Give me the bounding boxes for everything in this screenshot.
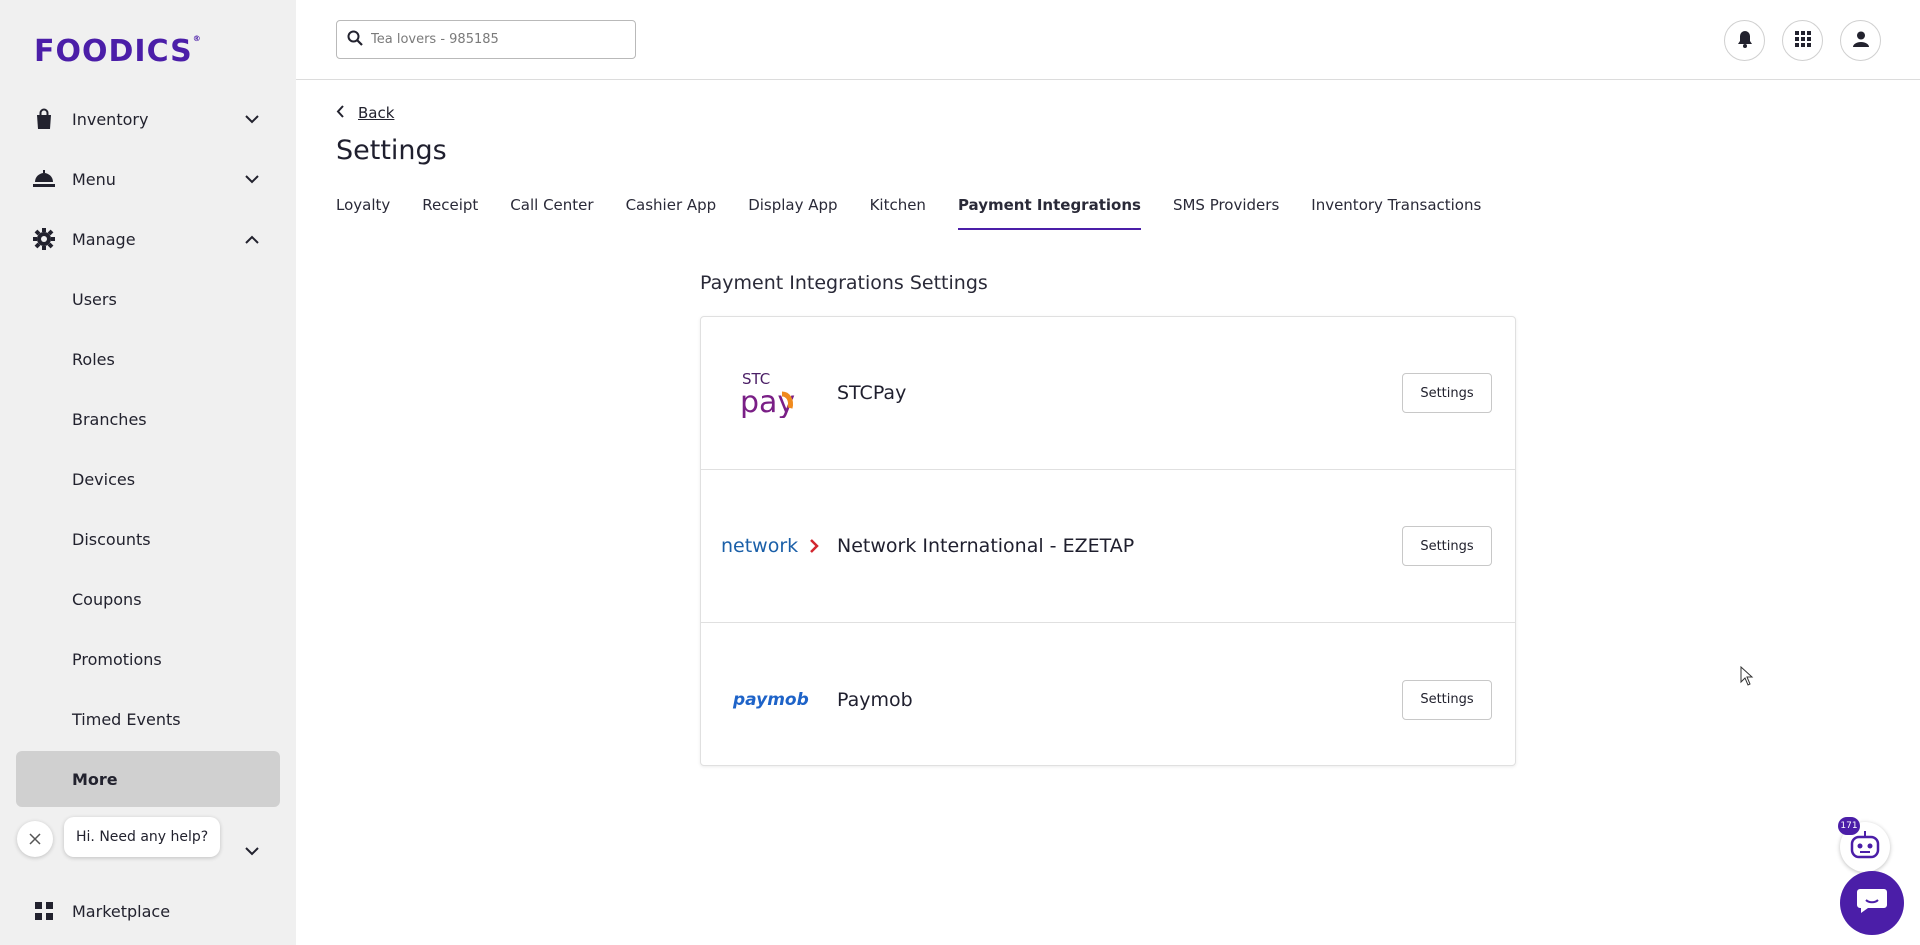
svg-text:network: network: [721, 535, 798, 557]
chevron-left-icon: [336, 104, 344, 122]
chat-button[interactable]: [1840, 871, 1904, 935]
sidebar: FOODICS® Inventory Menu Manage Users Rol…: [0, 0, 296, 945]
apps-button[interactable]: [1782, 20, 1823, 61]
sidebar-item-label: Inventory: [72, 109, 149, 129]
sidebar-item-more[interactable]: More: [16, 751, 280, 807]
sidebar-item-devices[interactable]: Devices: [16, 451, 280, 507]
sidebar-item-users[interactable]: Users: [16, 271, 280, 327]
stcpay-settings-button[interactable]: Settings: [1402, 373, 1492, 413]
integration-row: network Network International - EZETAP S…: [701, 470, 1515, 623]
close-icon: [29, 830, 41, 849]
back-link[interactable]: Back: [336, 104, 394, 122]
chat-bubble-icon: [1856, 887, 1888, 919]
sidebar-item-label: Menu: [72, 169, 116, 189]
help-bubble[interactable]: Hi. Need any help?: [64, 817, 221, 857]
search-box[interactable]: [336, 20, 636, 59]
user-icon: [1852, 31, 1869, 51]
food-icon: [32, 167, 56, 191]
sidebar-item-marketplace[interactable]: Marketplace: [16, 883, 280, 939]
sidebar-item-coupons[interactable]: Coupons: [16, 571, 280, 627]
search-icon: [347, 30, 363, 50]
integration-name: Network International - EZETAP: [837, 535, 1135, 557]
tab-call-center[interactable]: Call Center: [510, 196, 593, 230]
sidebar-item-timed-events[interactable]: Timed Events: [16, 691, 280, 747]
paymob-settings-button[interactable]: Settings: [1402, 679, 1492, 720]
tab-cashier-app[interactable]: Cashier App: [626, 196, 717, 230]
tab-loyalty[interactable]: Loyalty: [336, 196, 390, 230]
integration-row: STC pay STCPay Settings: [701, 317, 1515, 470]
back-label: Back: [358, 104, 395, 122]
integration-name: Paymob: [837, 688, 913, 711]
svg-text:pay: pay: [740, 385, 795, 418]
tab-sms-providers[interactable]: SMS Providers: [1173, 196, 1279, 230]
sidebar-item-roles[interactable]: Roles: [16, 331, 280, 387]
sidebar-item-label: Marketplace: [72, 901, 171, 921]
tab-display-app[interactable]: Display App: [748, 196, 837, 230]
sidebar-item-discounts[interactable]: Discounts: [16, 511, 280, 567]
sidebar-item-label: Manage: [72, 229, 136, 249]
chevron-up-icon: [240, 235, 264, 244]
section-title: Payment Integrations Settings: [700, 272, 988, 294]
paymob-logo: paymob: [721, 688, 821, 712]
grid-icon: [1794, 30, 1811, 51]
tab-receipt[interactable]: Receipt: [422, 196, 478, 230]
svg-text:paymob: paymob: [732, 690, 809, 710]
sidebar-item-promotions[interactable]: Promotions: [16, 631, 280, 687]
apps-icon: [32, 899, 56, 923]
settings-tabs: Loyalty Receipt Call Center Cashier App …: [336, 196, 1513, 230]
notification-badge: 171: [1838, 817, 1860, 835]
network-settings-button[interactable]: Settings: [1402, 526, 1492, 566]
tab-payment-integrations[interactable]: Payment Integrations: [957, 196, 1141, 230]
foodics-logo[interactable]: FOODICS®: [34, 34, 202, 69]
notifications-button[interactable]: [1724, 20, 1765, 61]
gear-icon: [32, 227, 56, 251]
search-input[interactable]: [371, 32, 621, 47]
help-close-button[interactable]: [17, 821, 53, 857]
mouse-pointer-icon: [1740, 665, 1754, 690]
tab-inventory-transactions[interactable]: Inventory Transactions: [1311, 196, 1481, 230]
tab-kitchen[interactable]: Kitchen: [870, 196, 926, 230]
chevron-down-icon: [240, 846, 264, 856]
chevron-down-icon: [240, 174, 264, 184]
bag-icon: [32, 107, 56, 131]
profile-button[interactable]: [1840, 20, 1881, 61]
sidebar-item-inventory[interactable]: Inventory: [16, 91, 280, 147]
topbar: [296, 0, 1920, 80]
chevron-down-icon: [240, 114, 264, 124]
sidebar-item-manage[interactable]: Manage: [16, 211, 280, 267]
integration-name: STCPay: [837, 382, 907, 404]
bell-icon: [1737, 30, 1753, 52]
network-logo: network: [721, 533, 821, 559]
integrations-card: STC pay STCPay Settings network Network …: [700, 316, 1516, 766]
stcpay-logo: STC pay: [721, 368, 821, 418]
sidebar-item-menu[interactable]: Menu: [16, 151, 280, 207]
integration-row: paymob Paymob Settings: [701, 623, 1515, 776]
page-title: Settings: [336, 135, 447, 166]
sidebar-item-branches[interactable]: Branches: [16, 391, 280, 447]
